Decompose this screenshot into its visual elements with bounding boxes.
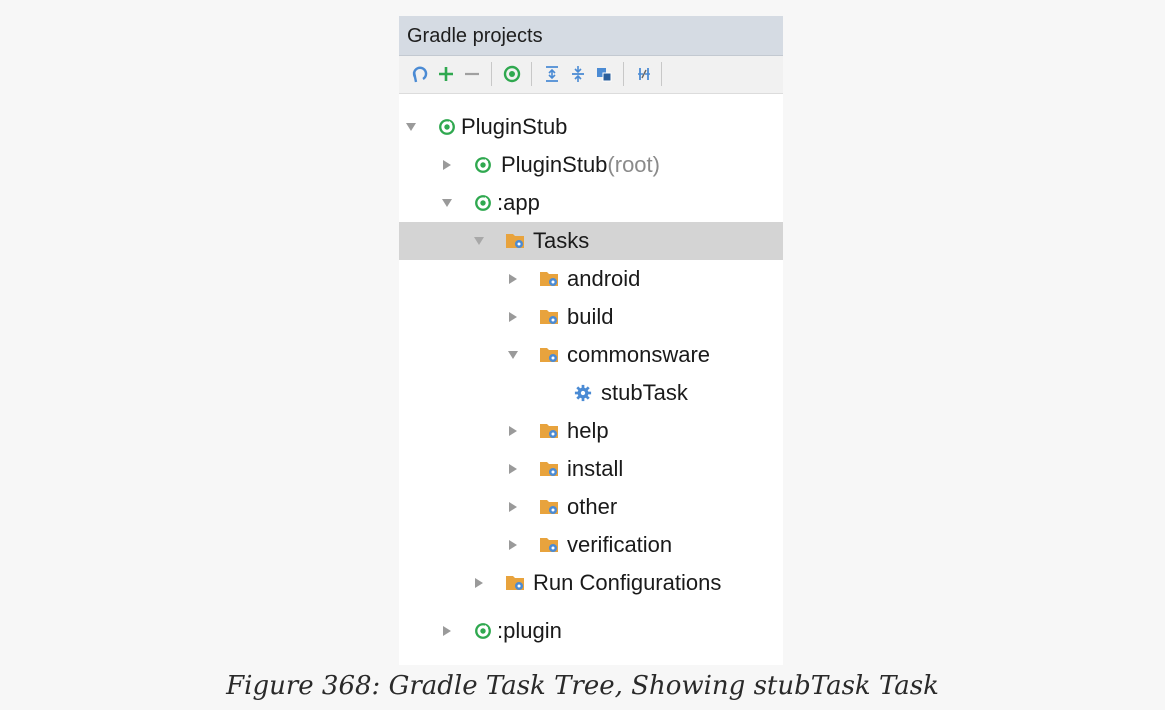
tree-row-tasks[interactable]: Tasks <box>399 222 783 260</box>
remove-button[interactable] <box>459 61 485 87</box>
tree-row-verification[interactable]: verification <box>399 526 783 564</box>
task-folder-icon <box>505 573 525 593</box>
figure-caption: Figure 368: Gradle Task Tree, Showing st… <box>226 671 939 701</box>
group-tasks-icon <box>597 68 612 82</box>
collapsed-arrow-icon[interactable] <box>441 159 453 171</box>
toolbar-separator <box>661 62 662 86</box>
toolbar-separator <box>531 62 532 86</box>
tree-row-plugin[interactable]: :plugin <box>399 612 783 650</box>
task-folder-icon <box>539 421 559 441</box>
tree-label: commonsware <box>567 342 711 367</box>
expand-arrow-icon[interactable] <box>405 121 417 133</box>
tree-label: build <box>567 304 614 329</box>
tree-label: help <box>567 418 609 443</box>
collapsed-arrow-icon[interactable] <box>507 311 519 323</box>
add-button[interactable] <box>433 61 459 87</box>
task-folder-icon <box>539 497 559 517</box>
collapsed-arrow-icon[interactable] <box>507 425 519 437</box>
collapse-all-button[interactable] <box>565 61 591 87</box>
tree-label: :app <box>497 190 540 215</box>
expand-all-button[interactable] <box>539 61 565 87</box>
toggle-offline-button[interactable] <box>631 61 657 87</box>
remove-icon <box>465 72 479 76</box>
project-name: PluginStub <box>501 152 608 177</box>
collapsed-arrow-icon[interactable] <box>441 625 453 637</box>
expand-arrow-icon[interactable] <box>441 197 453 209</box>
panel-title: Gradle projects <box>399 16 783 56</box>
root-suffix: (root) <box>607 152 660 177</box>
gradle-project-icon <box>437 117 457 137</box>
toolbar-separator <box>491 62 492 86</box>
tree-row-app[interactable]: :app <box>399 184 783 222</box>
task-folder-icon <box>505 231 525 251</box>
tree-row-android[interactable]: android <box>399 260 783 298</box>
refresh-button[interactable] <box>407 61 433 87</box>
add-icon <box>439 67 453 81</box>
tree-label: android <box>567 266 641 291</box>
tree-label: install <box>567 456 624 481</box>
tree-label: PluginStub(root) <box>501 146 660 184</box>
tree-row-commonsware[interactable]: commonsware <box>399 336 783 374</box>
tree-label: other <box>567 494 618 519</box>
toggle-offline-icon <box>638 68 650 80</box>
task-folder-icon <box>539 459 559 479</box>
gradle-execute-icon <box>503 65 521 83</box>
tree-label: Tasks <box>533 228 590 253</box>
collapsed-arrow-icon[interactable] <box>507 501 519 513</box>
gradle-module-icon <box>473 621 493 641</box>
collapsed-arrow-icon[interactable] <box>507 539 519 551</box>
collapsed-arrow-icon[interactable] <box>473 577 485 589</box>
task-folder-icon <box>539 307 559 327</box>
tree-row-build[interactable]: build <box>399 298 783 336</box>
tree-row-help[interactable]: help <box>399 412 783 450</box>
tree-label: stubTask <box>601 380 688 405</box>
tree-label: Run Configurations <box>533 570 722 595</box>
tree-row-stubtask[interactable]: stubTask <box>399 374 783 412</box>
tree-row-root[interactable]: PluginStub <box>399 108 783 146</box>
tree-label: PluginStub <box>461 114 568 139</box>
tree-row-other[interactable]: other <box>399 488 783 526</box>
expand-all-icon <box>546 66 558 82</box>
task-folder-icon <box>539 535 559 555</box>
collapsed-arrow-icon[interactable] <box>507 273 519 285</box>
expand-arrow-icon[interactable] <box>507 349 519 361</box>
expand-arrow-icon[interactable] <box>473 235 485 247</box>
gradle-module-icon <box>473 193 493 213</box>
group-tasks-button[interactable] <box>591 61 617 87</box>
execute-task-button[interactable] <box>499 61 525 87</box>
tree-label: :plugin <box>497 618 562 643</box>
tree-row-run-configurations[interactable]: Run Configurations <box>399 564 783 602</box>
collapsed-arrow-icon[interactable] <box>507 463 519 475</box>
gradle-project-icon <box>473 155 493 175</box>
gear-icon <box>573 383 593 403</box>
toolbar-separator <box>623 62 624 86</box>
tree-row-install[interactable]: install <box>399 450 783 488</box>
gradle-projects-panel: Gradle projects PluginStub PluginStub(ro… <box>399 16 783 665</box>
collapse-all-icon <box>572 66 584 82</box>
tree-row-root-project[interactable]: PluginStub(root) <box>399 146 783 184</box>
toolbar <box>399 56 783 94</box>
task-folder-icon <box>539 269 559 289</box>
task-folder-icon <box>539 345 559 365</box>
tree-label: verification <box>567 532 673 557</box>
refresh-icon <box>412 66 428 83</box>
